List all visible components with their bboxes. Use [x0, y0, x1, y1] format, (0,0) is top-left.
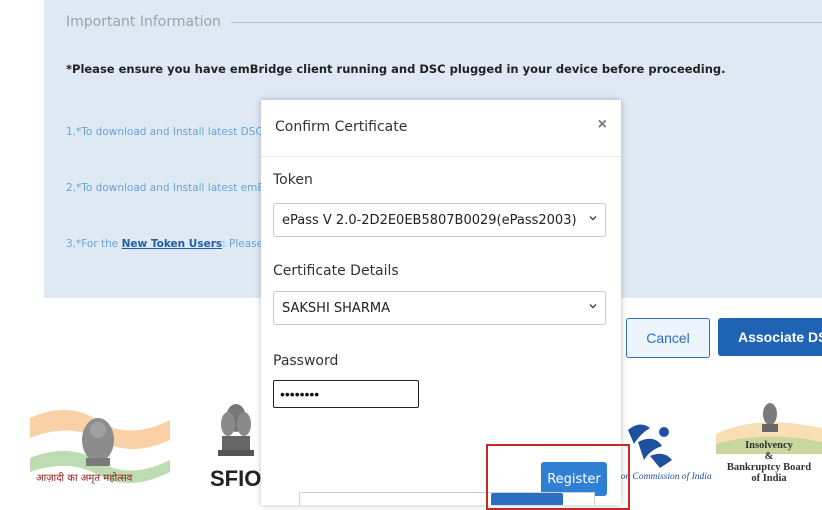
azadi-logo-graphic-icon [30, 409, 170, 484]
token-label: Token [273, 172, 313, 188]
ibbi-line-1: Insolvency [745, 440, 793, 451]
cancel-button[interactable]: Cancel [626, 318, 710, 358]
dsc-warning-text: *Please ensure you have emBridge client … [66, 62, 726, 76]
cci-logo: ion Commission of India [618, 420, 728, 500]
sfio-text: SFIO [210, 466, 262, 491]
info-line-3: 3.*For the New Token Users: Please upc [66, 238, 286, 250]
info-line-2-text[interactable]: 2.*To download and Install latest emBr [66, 182, 269, 194]
info-line-1-text[interactable]: 1.*To download and Install latest DSC w [66, 126, 275, 138]
page: Important Information *Please ensure you… [0, 0, 822, 510]
info-line-3-prefix: 3.*For the [66, 238, 122, 250]
certificate-details-select[interactable]: SAKSHI SHARMA [273, 291, 606, 325]
info-line-2[interactable]: 2.*To download and Install latest emBr [66, 182, 269, 194]
ibbi-line-2: & [764, 451, 774, 462]
new-token-users-link[interactable]: New Token Users [122, 238, 223, 250]
azadi-text: आज़ादी का अमृत महोत्सव [36, 473, 133, 484]
chevron-down-icon [589, 304, 597, 309]
token-select-value: ePass V 2.0-2D2E0EB5807B0029(ePass2003) [282, 212, 577, 228]
chevron-down-icon [589, 216, 597, 221]
ibbi-text: Insolvency & Bankruptcy Board of India [716, 440, 822, 484]
certificate-select-value: SAKSHI SHARMA [282, 300, 390, 316]
ibbi-logo: Insolvency & Bankruptcy Board of India [716, 394, 822, 494]
token-select[interactable]: ePass V 2.0-2D2E0EB5807B0029(ePass2003) [273, 203, 606, 237]
important-info-legend: Important Information [66, 14, 822, 30]
ibbi-line-3: Bankruptcy Board [726, 462, 812, 473]
sfio-logo: SFIO [206, 396, 266, 496]
register-highlight-box [486, 444, 630, 510]
close-icon[interactable]: × [598, 116, 607, 134]
info-line-1[interactable]: 1.*To download and Install latest DSC w [66, 126, 275, 138]
password-field[interactable]: •••••••• [273, 380, 419, 408]
emblem-icon [218, 404, 254, 456]
modal-header: Confirm Certificate × [261, 100, 621, 157]
certificate-details-label: Certificate Details [273, 263, 399, 279]
cci-text: ion Commission of India [618, 472, 712, 482]
azadi-ka-amrit-mahotsav-logo: आज़ादी का अमृत महोत्सव [30, 400, 170, 500]
ibbi-line-4: of India [751, 473, 787, 484]
legend-title: Important Information [66, 14, 221, 30]
legend-divider [230, 21, 822, 23]
associate-dsc-button[interactable]: Associate DSC [718, 318, 822, 356]
modal-title: Confirm Certificate [275, 119, 408, 135]
password-label: Password [273, 353, 339, 369]
